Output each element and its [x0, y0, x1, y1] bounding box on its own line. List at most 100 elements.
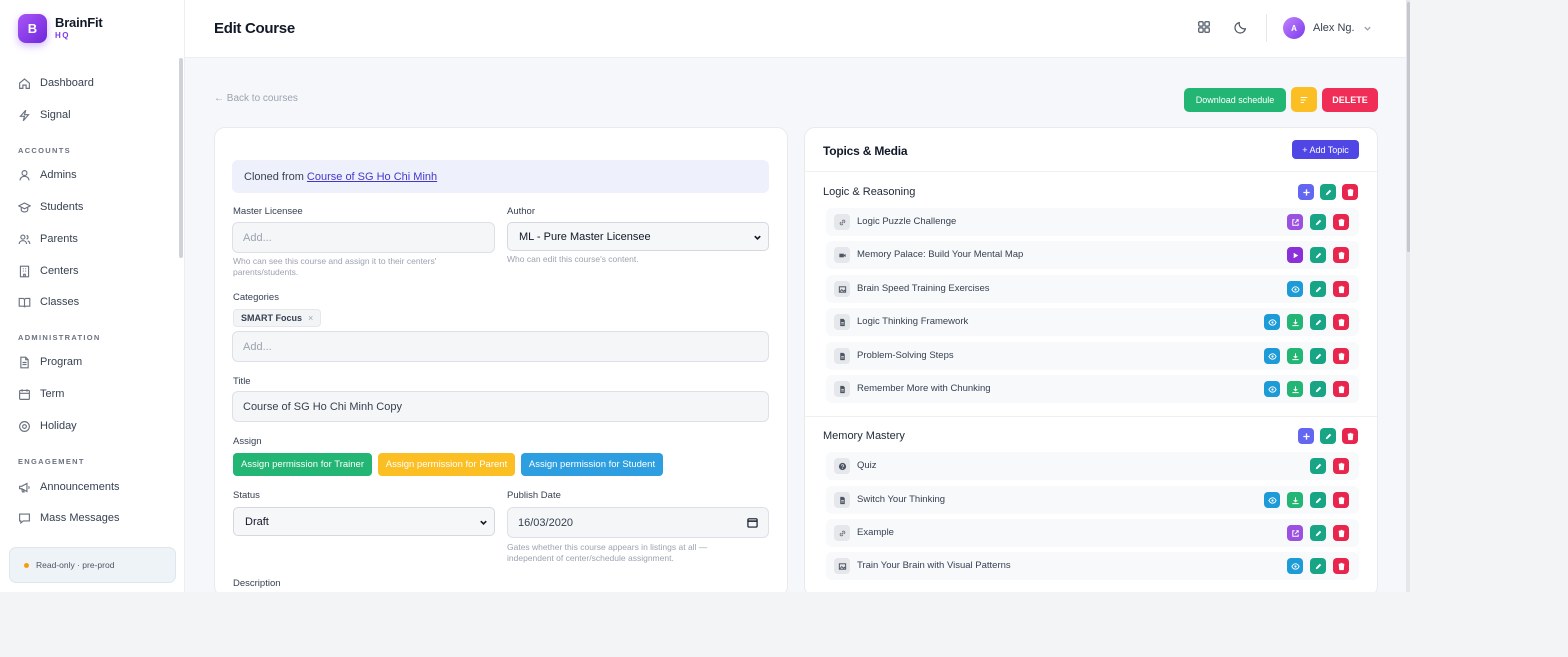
pencil-icon [1325, 433, 1331, 439]
view-button[interactable] [1264, 348, 1280, 364]
edit-topic-button[interactable] [1320, 428, 1336, 444]
sort-button[interactable] [1291, 87, 1317, 112]
sidebar-item-holiday[interactable]: Holiday [18, 416, 77, 436]
sidebar-item-parents[interactable]: Parents [18, 229, 78, 249]
edit-item-button[interactable] [1310, 525, 1326, 541]
list-item[interactable]: Example [826, 519, 1359, 547]
delete-item-button[interactable] [1333, 381, 1349, 397]
list-item[interactable]: Quiz [826, 452, 1359, 480]
trash-icon [1338, 496, 1344, 504]
back-to-courses-link[interactable]: ← Back to courses [214, 93, 298, 104]
main-scrollbar[interactable] [1407, 2, 1410, 252]
edit-item-button[interactable] [1310, 348, 1326, 364]
document-icon [834, 381, 850, 397]
list-item[interactable]: Brain Speed Training Exercises [826, 275, 1359, 303]
edit-item-button[interactable] [1310, 281, 1326, 297]
add-topic-button[interactable]: + Add Topic [1292, 140, 1359, 159]
edit-topic-button[interactable] [1320, 184, 1336, 200]
view-button[interactable] [1264, 381, 1280, 397]
sidebar-item-dashboard[interactable]: Dashboard [18, 73, 94, 93]
download-schedule-button[interactable]: Download schedule [1184, 88, 1286, 112]
download-button[interactable] [1287, 492, 1303, 508]
categories-input[interactable]: Add... [232, 331, 769, 362]
edit-item-button[interactable] [1310, 492, 1326, 508]
open-link-button[interactable] [1287, 214, 1303, 230]
delete-item-button[interactable] [1333, 492, 1349, 508]
pencil-icon [1325, 189, 1331, 195]
delete-item-button[interactable] [1333, 558, 1349, 574]
assign-parent-button[interactable]: Assign permission for Parent [378, 453, 515, 476]
add-item-button[interactable] [1298, 184, 1314, 200]
open-link-button[interactable] [1287, 525, 1303, 541]
holiday-icon [19, 420, 30, 432]
play-button[interactable] [1287, 247, 1303, 263]
top-header: Edit Course A Alex Ng. [185, 0, 1406, 58]
delete-item-button[interactable] [1333, 348, 1349, 364]
assign-trainer-button[interactable]: Assign permission for Trainer [233, 453, 372, 476]
sidebar-item-centers[interactable]: Centers [18, 261, 79, 281]
delete-topic-button[interactable] [1342, 428, 1358, 444]
delete-item-button[interactable] [1333, 214, 1349, 230]
assign-student-button[interactable]: Assign permission for Student [521, 453, 663, 476]
list-item[interactable]: Train Your Brain with Visual Patterns [826, 552, 1359, 580]
sidebar-item-mass-messages[interactable]: Mass Messages [18, 508, 119, 528]
chevron-down-icon [754, 235, 761, 240]
admins-icon [19, 169, 30, 180]
cloned-prefix: Cloned from [244, 170, 304, 183]
download-button[interactable] [1287, 381, 1303, 397]
calendar-icon[interactable] [747, 517, 758, 528]
building-icon [19, 265, 30, 277]
delete-item-button[interactable] [1333, 525, 1349, 541]
edit-item-button[interactable] [1310, 247, 1326, 263]
apps-grid-button[interactable] [1197, 20, 1213, 36]
delete-topic-button[interactable] [1342, 184, 1358, 200]
categories-label: Categories [233, 292, 279, 303]
edit-item-button[interactable] [1310, 458, 1326, 474]
sidebar-item-term[interactable]: Term [18, 384, 64, 404]
title-input[interactable]: Course of SG Ho Chi Minh Copy [232, 391, 769, 422]
cloned-source-link[interactable]: Course of SG Ho Chi Minh [307, 171, 437, 183]
sidebar-item-announcements[interactable]: Announcements [18, 477, 120, 497]
pencil-icon [1315, 463, 1321, 469]
theme-toggle-button[interactable] [1234, 20, 1250, 36]
item-title: Remember More with Chunking [857, 383, 991, 394]
status-select[interactable]: Draft [233, 507, 495, 536]
edit-item-button[interactable] [1310, 314, 1326, 330]
sidebar: B BrainFit HQ Dashboard Signal ACCOUNTS … [0, 0, 185, 592]
eye-icon [1267, 318, 1277, 326]
assign-label: Assign [233, 436, 262, 447]
publish-date-input[interactable]: 16/03/2020 [507, 507, 769, 538]
view-button[interactable] [1287, 558, 1303, 574]
edit-item-button[interactable] [1310, 381, 1326, 397]
delete-item-button[interactable] [1333, 281, 1349, 297]
list-item[interactable]: Logic Puzzle Challenge [826, 208, 1359, 236]
sidebar-scrollbar[interactable] [179, 58, 183, 258]
master-licensee-input[interactable]: Add... [232, 222, 495, 253]
sidebar-item-program[interactable]: Program [18, 352, 82, 372]
list-item[interactable]: Memory Palace: Build Your Mental Map [826, 241, 1359, 269]
view-button[interactable] [1287, 281, 1303, 297]
sidebar-item-signal[interactable]: Signal [18, 105, 71, 125]
delete-item-button[interactable] [1333, 458, 1349, 474]
view-button[interactable] [1264, 314, 1280, 330]
delete-item-button[interactable] [1333, 314, 1349, 330]
edit-item-button[interactable] [1310, 558, 1326, 574]
download-button[interactable] [1287, 348, 1303, 364]
sidebar-item-label: Centers [40, 265, 79, 277]
add-item-button[interactable] [1298, 428, 1314, 444]
sidebar-item-classes[interactable]: Classes [18, 292, 79, 312]
edit-item-button[interactable] [1310, 214, 1326, 230]
download-button[interactable] [1287, 314, 1303, 330]
view-button[interactable] [1264, 492, 1280, 508]
chip-remove-icon[interactable]: × [308, 313, 313, 323]
sidebar-item-admins[interactable]: Admins [18, 165, 77, 185]
delete-item-button[interactable] [1333, 247, 1349, 263]
item-title: Brain Speed Training Exercises [857, 283, 990, 294]
sidebar-item-students[interactable]: Students [18, 197, 83, 217]
user-menu[interactable]: A Alex Ng. [1283, 17, 1372, 39]
trash-icon [1347, 432, 1353, 440]
item-title: Memory Palace: Build Your Mental Map [857, 249, 1024, 260]
brand[interactable]: B BrainFit HQ [18, 14, 103, 43]
author-select[interactable]: ML - Pure Master Licensee [507, 222, 769, 251]
delete-button[interactable]: DELETE [1322, 88, 1378, 112]
